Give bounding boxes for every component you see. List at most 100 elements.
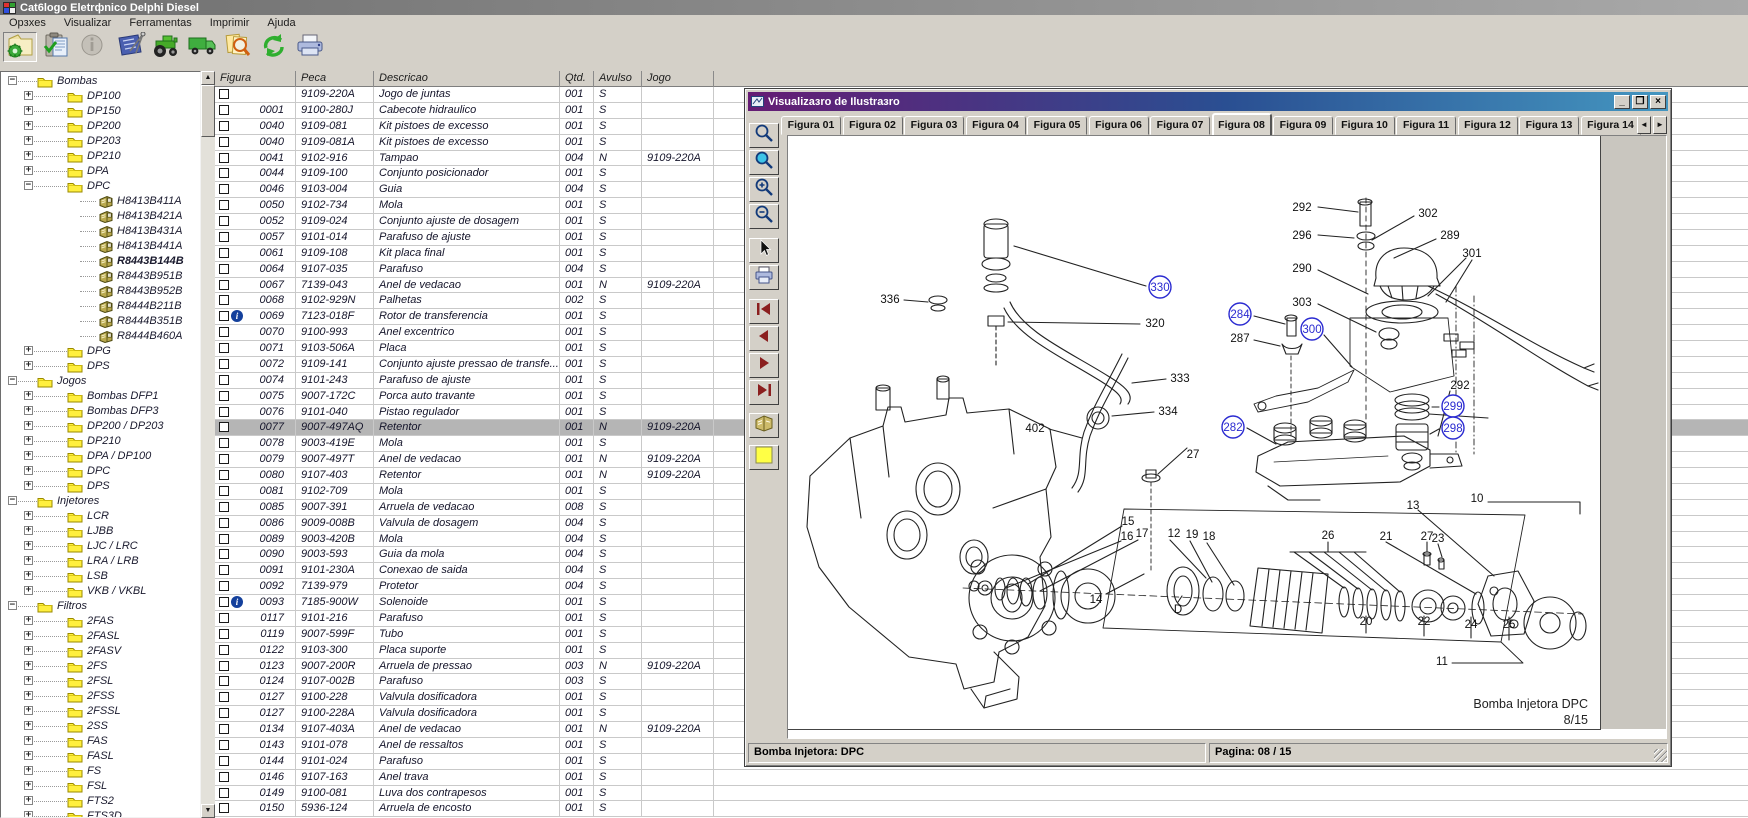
expand-icon[interactable]: + bbox=[24, 751, 33, 760]
table-row[interactable]: 01469107-163Anel trava001S bbox=[215, 770, 1748, 786]
tab-figura-12[interactable]: Figura 12 bbox=[1458, 116, 1518, 135]
callout-290[interactable]: 290 bbox=[1292, 263, 1311, 275]
tab-figura-07[interactable]: Figura 07 bbox=[1150, 116, 1210, 135]
tree-item-dps[interactable]: +DPS bbox=[1, 359, 200, 374]
pointer-button[interactable] bbox=[749, 238, 779, 263]
tree-item-bombas-dfp1[interactable]: +Bombas DFP1 bbox=[1, 389, 200, 404]
expand-icon[interactable]: + bbox=[24, 631, 33, 640]
callout-330[interactable]: 330 bbox=[1150, 282, 1169, 294]
tree-item-r8444b460a[interactable]: R8444B460A bbox=[1, 329, 200, 344]
tree-item-vkb-vkbl[interactable]: +VKB / VKBL bbox=[1, 584, 200, 599]
tree-item-dpc[interactable]: +DPC bbox=[1, 464, 200, 479]
row-checkbox[interactable] bbox=[219, 597, 229, 607]
callout-17[interactable]: 17 bbox=[1136, 528, 1149, 540]
callout-282[interactable]: 282 bbox=[1223, 422, 1242, 434]
tab-figura-14[interactable]: Figura 14 bbox=[1581, 116, 1641, 135]
row-checkbox[interactable] bbox=[219, 89, 229, 99]
tab-figura-06[interactable]: Figura 06 bbox=[1089, 116, 1149, 135]
tab-scroll-right-icon[interactable]: ► bbox=[1653, 116, 1667, 134]
resize-grip-icon[interactable] bbox=[1654, 749, 1667, 762]
tree-item-dpc[interactable]: −DPC bbox=[1, 179, 200, 194]
tree-item-lra-lrb[interactable]: +LRA / LRB bbox=[1, 554, 200, 569]
callout-402[interactable]: 402 bbox=[1025, 423, 1044, 435]
tree-item-ljc-lrc[interactable]: +LJC / LRC bbox=[1, 539, 200, 554]
tab-figura-08[interactable]: Figura 08 bbox=[1212, 113, 1272, 135]
expand-icon[interactable]: + bbox=[24, 106, 33, 115]
callout-25[interactable]: 25 bbox=[1503, 619, 1516, 631]
tree-item-r8443b952b[interactable]: R8443B952B bbox=[1, 284, 200, 299]
row-checkbox[interactable] bbox=[219, 470, 229, 480]
row-checkbox[interactable] bbox=[219, 581, 229, 591]
menu-visualizar[interactable]: Visualizar bbox=[55, 16, 121, 30]
callout-289[interactable]: 289 bbox=[1440, 230, 1459, 242]
collapse-icon[interactable]: − bbox=[8, 76, 17, 85]
expand-icon[interactable]: + bbox=[24, 616, 33, 625]
callout-19[interactable]: 19 bbox=[1186, 529, 1199, 541]
row-checkbox[interactable] bbox=[219, 137, 229, 147]
open-catalog-button[interactable] bbox=[749, 413, 779, 438]
tree-item-injetores[interactable]: −Injetores bbox=[1, 494, 200, 509]
table-row[interactable]: 01505936-124Arruela de encosto001S bbox=[215, 801, 1748, 817]
column-header-jogo[interactable]: Jogo bbox=[642, 71, 714, 87]
menu-imprimir[interactable]: Imprimir bbox=[201, 16, 259, 30]
row-checkbox[interactable] bbox=[219, 534, 229, 544]
tree-item-dpa[interactable]: +DPA bbox=[1, 164, 200, 179]
row-checkbox[interactable] bbox=[219, 422, 229, 432]
row-checkbox[interactable] bbox=[219, 295, 229, 305]
tab-figura-04[interactable]: Figura 04 bbox=[966, 116, 1026, 135]
column-header-peca[interactable]: Peca bbox=[296, 71, 374, 87]
row-checkbox[interactable] bbox=[219, 629, 229, 639]
tab-figura-11[interactable]: Figura 11 bbox=[1396, 116, 1456, 135]
menu-op-xes[interactable]: Opзxes bbox=[0, 16, 55, 30]
expand-icon[interactable]: + bbox=[24, 466, 33, 475]
tree-item-2fasl[interactable]: +2FASL bbox=[1, 629, 200, 644]
tree-item-h8413b411a[interactable]: H8413B411A bbox=[1, 194, 200, 209]
menu-ajuda[interactable]: Ajuda bbox=[258, 16, 304, 30]
tree-item-fsl[interactable]: +FSL bbox=[1, 779, 200, 794]
scroll-up-icon[interactable]: ▲ bbox=[201, 71, 215, 85]
print-figure-button[interactable] bbox=[749, 265, 779, 290]
callout-300[interactable]: 300 bbox=[1302, 324, 1321, 336]
row-checkbox[interactable] bbox=[219, 454, 229, 464]
callout-18[interactable]: 18 bbox=[1203, 531, 1216, 543]
expand-icon[interactable]: + bbox=[24, 676, 33, 685]
scroll-down-icon[interactable]: ▼ bbox=[201, 804, 215, 818]
scrollbar-thumb[interactable] bbox=[201, 85, 215, 137]
callout-24[interactable]: 24 bbox=[1465, 619, 1478, 631]
callout-26[interactable]: 26 bbox=[1322, 530, 1335, 542]
callout-11[interactable]: 11 bbox=[1436, 656, 1448, 668]
highlight-color-button[interactable] bbox=[749, 445, 779, 470]
expand-icon[interactable]: + bbox=[24, 451, 33, 460]
clipboard-button[interactable] bbox=[39, 32, 73, 62]
tractor-button[interactable] bbox=[149, 32, 183, 62]
truck-button[interactable] bbox=[185, 32, 219, 62]
tree-item-lcr[interactable]: +LCR bbox=[1, 509, 200, 524]
maximize-button[interactable]: ❐ bbox=[1632, 95, 1648, 109]
callout-23[interactable]: 23 bbox=[1432, 533, 1445, 545]
row-checkbox[interactable] bbox=[219, 280, 229, 290]
row-checkbox[interactable] bbox=[219, 438, 229, 448]
expand-icon[interactable]: + bbox=[24, 661, 33, 670]
row-checkbox[interactable] bbox=[219, 264, 229, 274]
callout-22[interactable]: 22 bbox=[1418, 616, 1431, 628]
row-checkbox[interactable] bbox=[219, 105, 229, 115]
row-checkbox[interactable] bbox=[219, 184, 229, 194]
tab-figura-05[interactable]: Figura 05 bbox=[1027, 116, 1087, 135]
catalog-button[interactable] bbox=[3, 32, 37, 62]
row-checkbox[interactable] bbox=[219, 359, 229, 369]
row-checkbox[interactable] bbox=[219, 121, 229, 131]
tree-item-dp210[interactable]: +DP210 bbox=[1, 434, 200, 449]
callout-13[interactable]: 13 bbox=[1407, 500, 1420, 512]
expand-icon[interactable]: + bbox=[24, 766, 33, 775]
row-checkbox[interactable] bbox=[219, 676, 229, 686]
info-button[interactable] bbox=[75, 32, 109, 62]
callout-292[interactable]: 292 bbox=[1450, 380, 1469, 392]
zoom-in-button[interactable] bbox=[749, 177, 779, 202]
row-checkbox[interactable] bbox=[219, 407, 229, 417]
tree-item-2fas[interactable]: +2FAS bbox=[1, 614, 200, 629]
tree-item-dp203[interactable]: +DP203 bbox=[1, 134, 200, 149]
row-checkbox[interactable] bbox=[219, 756, 229, 766]
tree-item-jogos[interactable]: −Jogos bbox=[1, 374, 200, 389]
last-figure-button[interactable] bbox=[749, 380, 779, 405]
callout-287[interactable]: 287 bbox=[1230, 333, 1249, 345]
